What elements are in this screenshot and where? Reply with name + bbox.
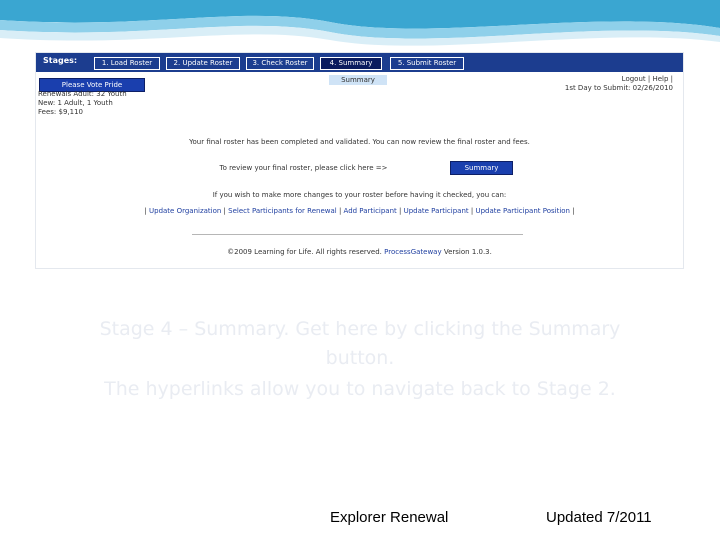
fee-info: Renewals Adult: 32 Youth New: 1 Adult, 1… <box>38 90 127 117</box>
submit-date: 1st Day to Submit: 02/26/2010 <box>564 84 673 92</box>
account-info: Logout | Help | 1st Day to Submit: 02/26… <box>565 75 673 93</box>
copyright: ©2009 Learning for Life. All rights rese… <box>36 248 683 256</box>
link-update-position[interactable]: Update Participant Position <box>475 207 570 215</box>
logout-help-links[interactable]: Logout | Help | <box>565 75 673 84</box>
footer-title: Explorer Renewal <box>330 509 449 526</box>
info-line: Renewals Adult: 32 Youth <box>38 90 127 98</box>
caption-line-2: button. <box>325 347 395 369</box>
changes-message: If you wish to make more changes to your… <box>212 191 507 199</box>
stages-label: Stages: <box>43 56 78 65</box>
nav-links: | Update Organization | Select Participa… <box>144 207 575 215</box>
link-update-organization[interactable]: Update Organization <box>149 207 221 215</box>
summary-button[interactable]: Summary <box>450 161 513 175</box>
copyright-link[interactable]: ProcessGateway <box>384 248 441 256</box>
divider <box>192 234 523 235</box>
info-line: Fees: $9,110 <box>38 108 83 116</box>
stage-summary[interactable]: 4. Summary <box>320 57 382 70</box>
info-line: New: 1 Adult, 1 Youth <box>38 99 113 107</box>
summary-tab: Summary <box>329 75 387 85</box>
link-update-participant[interactable]: Update Participant <box>404 207 469 215</box>
stage-load-roster[interactable]: 1. Load Roster <box>94 57 160 70</box>
completion-message: Your final roster has been completed and… <box>189 138 530 146</box>
review-prompt: To review your final roster, please clic… <box>219 164 388 172</box>
caption-line-3: The hyperlinks allow you to navigate bac… <box>104 378 616 400</box>
stage-submit-roster[interactable]: 5. Submit Roster <box>390 57 464 70</box>
link-add-participant[interactable]: Add Participant <box>344 207 397 215</box>
footer-updated: Updated 7/2011 <box>546 509 652 526</box>
stage-bar: Stages: 1. Load Roster 2. Update Roster … <box>36 53 683 72</box>
stage-update-roster[interactable]: 2. Update Roster <box>166 57 240 70</box>
link-select-participants[interactable]: Select Participants for Renewal <box>228 207 337 215</box>
stage-check-roster[interactable]: 3. Check Roster <box>246 57 314 70</box>
copyright-text: ©2009 Learning for Life. All rights rese… <box>227 248 382 256</box>
caption-line-1: Stage 4 – Summary. Get here by clicking … <box>99 318 621 340</box>
copyright-version: Version 1.0.3. <box>443 248 492 256</box>
roster-screenshot: Stages: 1. Load Roster 2. Update Roster … <box>36 53 683 268</box>
